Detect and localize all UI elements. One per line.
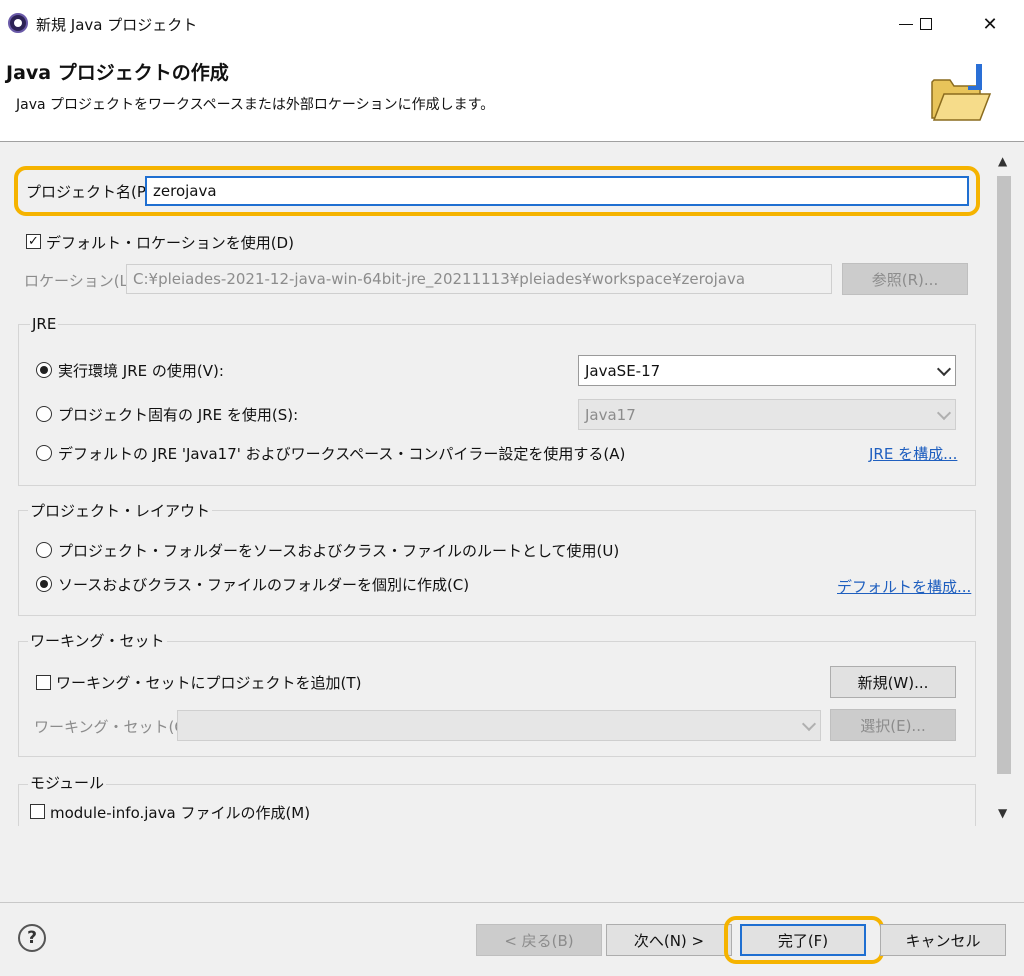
finish-button[interactable]: 完了(F) (740, 924, 866, 956)
module-title: モジュール (28, 772, 106, 793)
jre-project-select[interactable]: Java17 (578, 399, 956, 430)
jre-project-label: プロジェクト固有の JRE を使用(S): (58, 406, 299, 424)
jre-project-select-value: Java17 (585, 405, 636, 424)
eclipse-app-icon (8, 13, 28, 33)
location-label: ロケーション(L): (24, 272, 139, 290)
maximize-icon (920, 18, 932, 30)
layout-root-radio[interactable] (36, 542, 52, 558)
page-description: Java プロジェクトをワークスペースまたは外部ロケーションに作成します。 (16, 97, 495, 113)
configure-jre-link[interactable]: JRE を構成... (869, 443, 957, 464)
jre-default-radio[interactable] (36, 445, 52, 461)
jre-default-label: デフォルトの JRE 'Java17' およびワークスペース・コンパイラー設定を… (58, 445, 626, 463)
next-button[interactable]: 次へ(N) > (606, 924, 732, 956)
working-set-title: ワーキング・セット (28, 630, 167, 651)
default-location-label: デフォルト・ロケーションを使用(D) (46, 234, 294, 252)
back-button[interactable]: < 戻る(B) (476, 924, 602, 956)
working-set-select[interactable] (177, 710, 821, 741)
wizard-header: Java プロジェクトの作成 Java プロジェクトをワークスペースまたは外部ロ… (0, 48, 1024, 142)
scrollbar-thumb[interactable] (997, 176, 1011, 774)
chevron-down-icon (936, 405, 952, 420)
configure-default-link[interactable]: デフォルトを構成... (837, 576, 971, 597)
add-working-set-label: ワーキング・セットにプロジェクトを追加(T) (56, 674, 362, 692)
select-working-set-button[interactable]: 選択(E)... (830, 709, 956, 741)
project-name-label: プロジェクト名(P): (26, 183, 157, 201)
project-name-input[interactable]: zerojava (145, 176, 969, 206)
maximize-button[interactable] (906, 8, 946, 40)
jre-env-select-value: JavaSE-17 (585, 361, 661, 380)
chevron-down-icon (936, 361, 952, 376)
browse-button[interactable]: 参照(R)... (842, 263, 968, 295)
create-module-info-checkbox[interactable] (30, 804, 45, 819)
project-layout-group (18, 510, 976, 616)
jre-group-title: JRE (30, 315, 59, 333)
location-input[interactable]: C:¥pleiades-2021-12-java-win-64bit-jre_2… (126, 264, 832, 294)
scroll-down-icon[interactable]: ▼ (998, 806, 1007, 820)
jre-project-radio[interactable] (36, 406, 52, 422)
project-layout-title: プロジェクト・レイアウト (28, 500, 213, 521)
close-icon: ✕ (982, 13, 998, 35)
jre-env-label: 実行環境 JRE の使用(V): (58, 362, 224, 380)
working-set-select-label: ワーキング・セット(O): (34, 718, 198, 736)
jre-env-radio[interactable] (36, 362, 52, 378)
create-module-info-label: module-info.java ファイルの作成(M) (50, 804, 311, 822)
default-location-checkbox[interactable]: ✓ (26, 234, 41, 249)
cancel-button[interactable]: キャンセル (880, 924, 1006, 956)
footer-divider (0, 902, 1024, 903)
layout-root-label: プロジェクト・フォルダーをソースおよびクラス・ファイルのルートとして使用(U) (58, 542, 620, 560)
add-working-set-checkbox[interactable] (36, 675, 51, 690)
title-bar: 新規 Java プロジェクト ✕ (0, 0, 1024, 48)
window-title: 新規 Java プロジェクト (36, 16, 198, 34)
jre-env-select[interactable]: JavaSE-17 (578, 355, 956, 386)
help-icon[interactable]: ? (18, 924, 46, 952)
close-button[interactable]: ✕ (970, 8, 1010, 40)
page-title: Java プロジェクトの作成 (6, 62, 229, 84)
layout-separate-label: ソースおよびクラス・ファイルのフォルダーを個別に作成(C) (58, 576, 470, 594)
new-folder-icon (931, 64, 992, 121)
new-working-set-button[interactable]: 新規(W)... (830, 666, 956, 698)
chevron-down-icon (801, 716, 817, 731)
layout-separate-radio[interactable] (36, 576, 52, 592)
scroll-up-icon[interactable]: ▲ (998, 154, 1007, 168)
content-bottom-fill (0, 826, 994, 902)
